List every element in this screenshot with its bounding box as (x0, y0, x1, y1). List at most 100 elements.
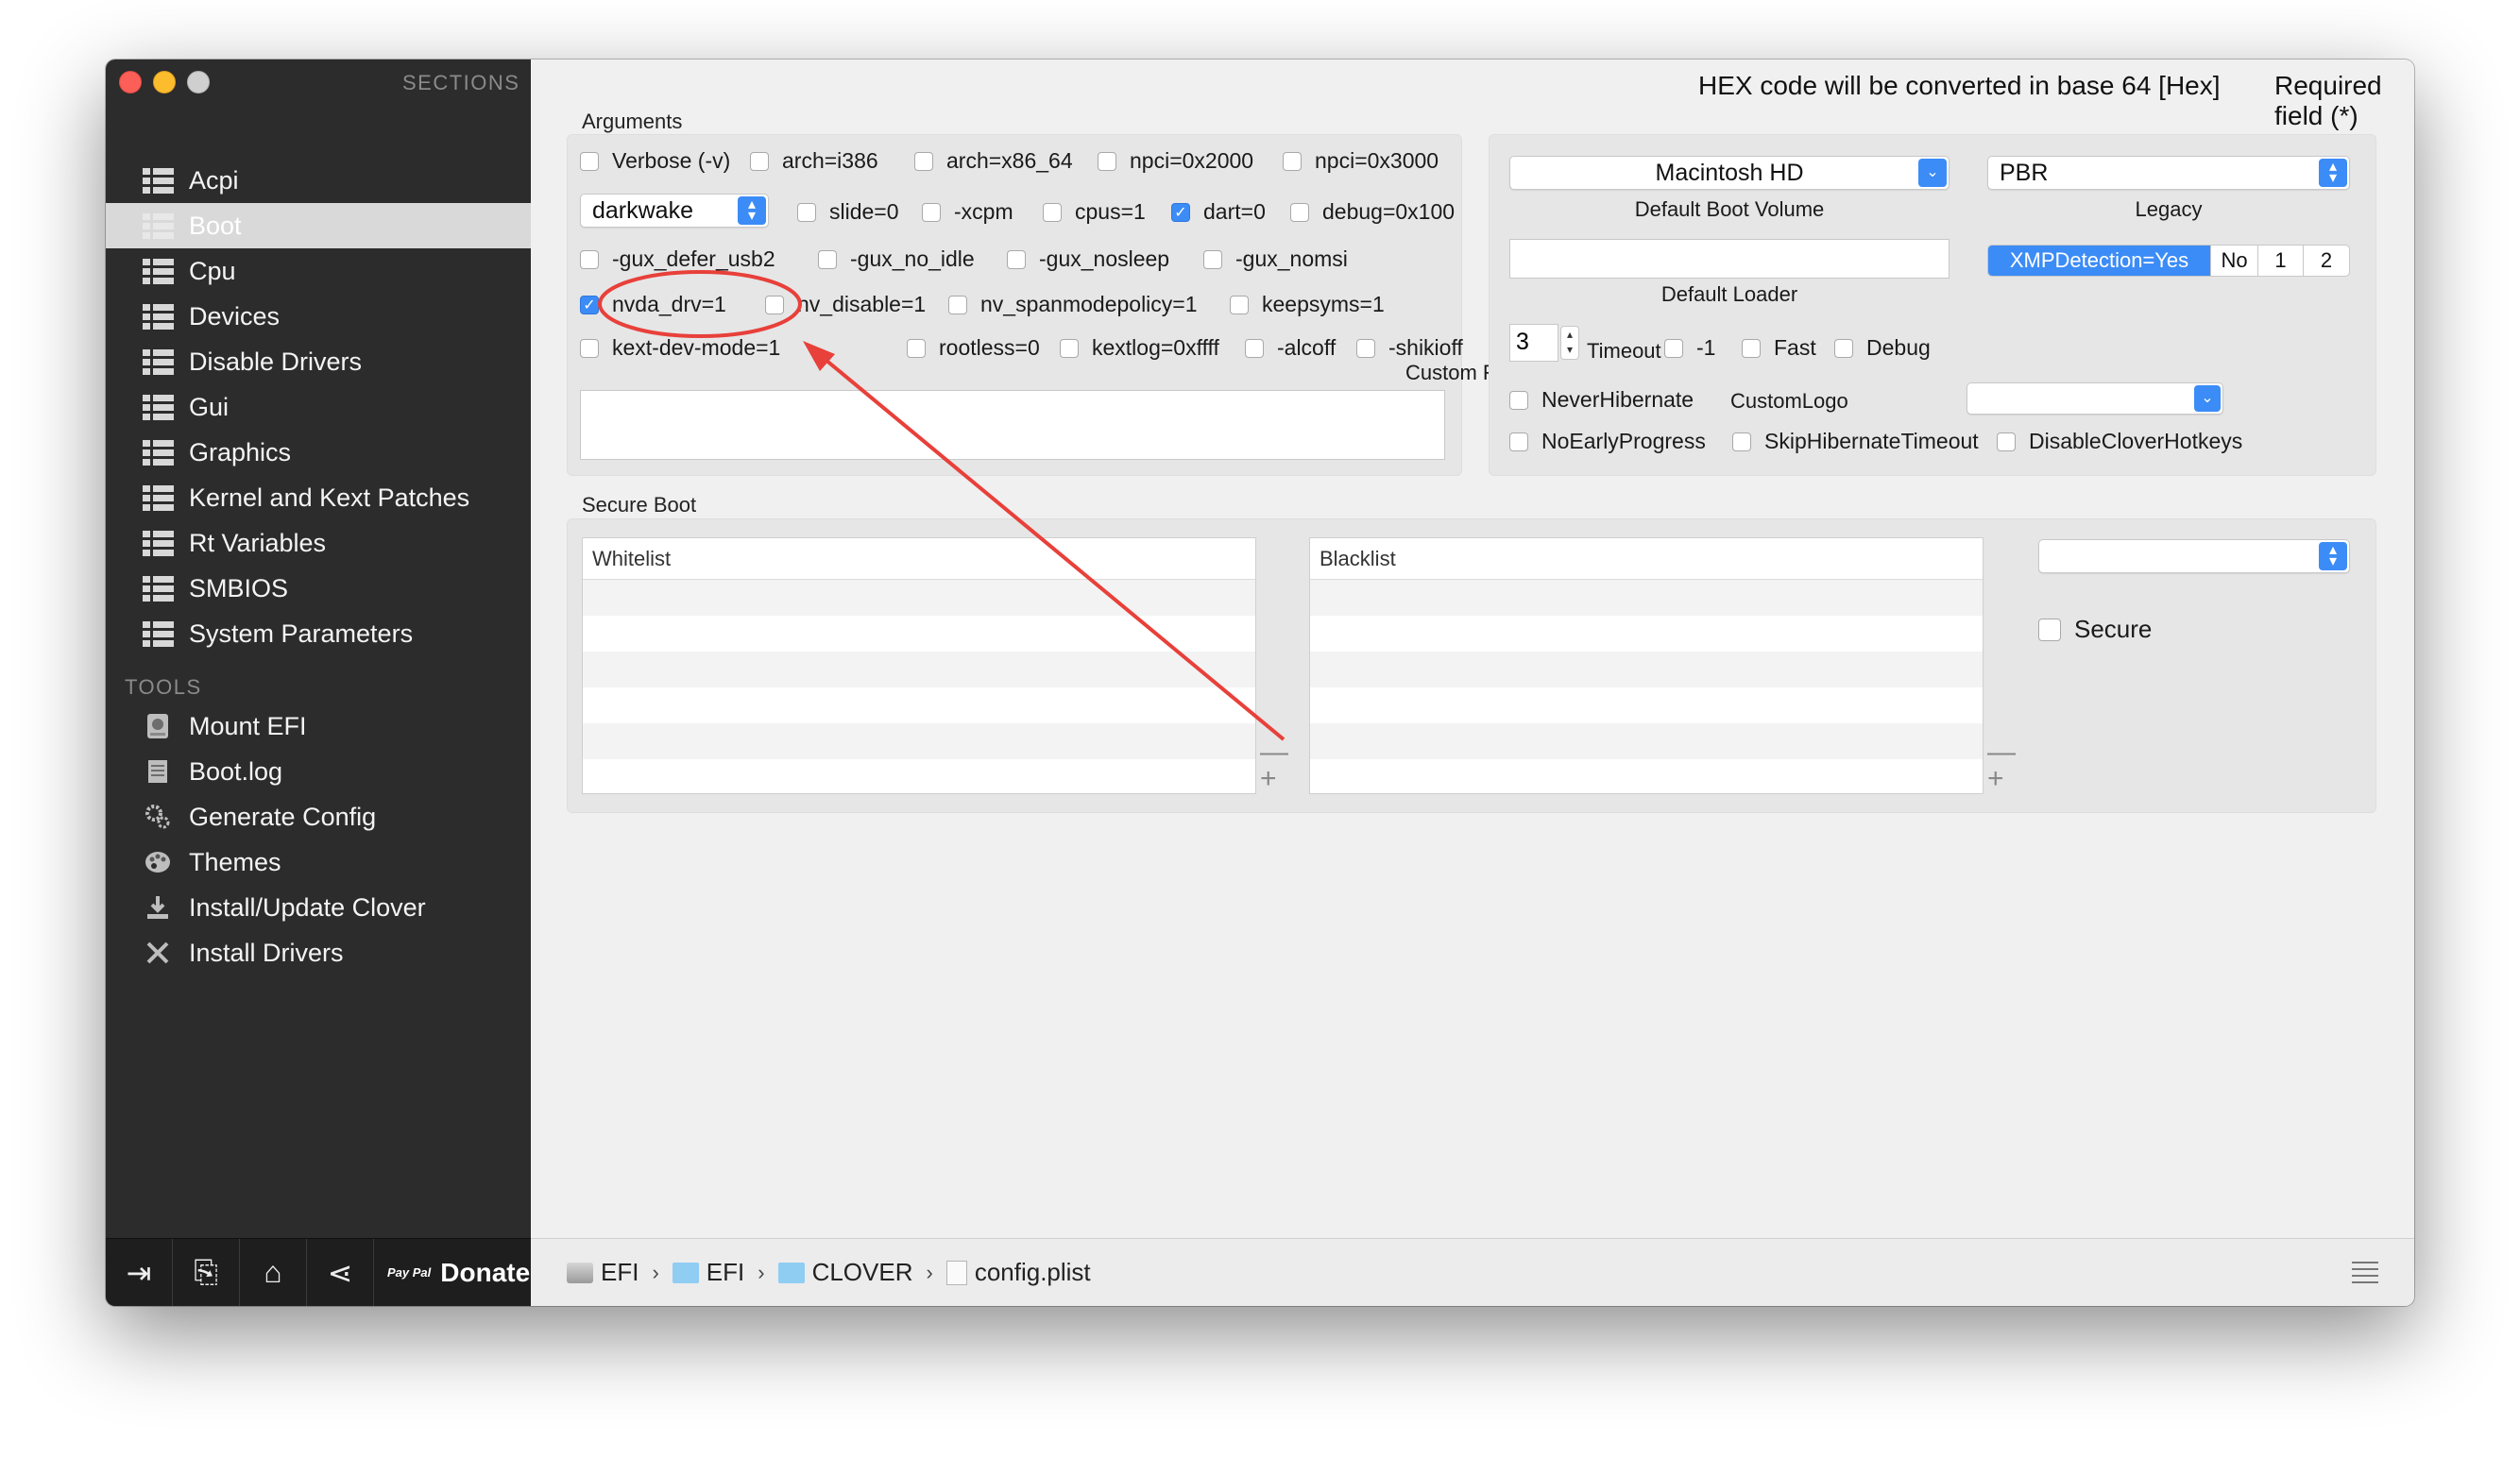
checkbox-alcoff[interactable]: -alcoff (1245, 335, 1336, 361)
whitelist-add-button[interactable]: + (1260, 765, 1277, 793)
timeout-stepper[interactable]: ▴ ▾ (1560, 326, 1579, 360)
crumb-efi-folder[interactable]: EFI (672, 1258, 744, 1287)
checkbox-debug[interactable]: Debug (1834, 335, 1931, 361)
sidebar-item-acpi[interactable]: Acpi (106, 158, 531, 203)
table-row[interactable] (583, 759, 1255, 795)
default-loader-input[interactable] (1509, 239, 1950, 279)
donate-label: Donate (440, 1257, 531, 1287)
segment-no[interactable]: No (2211, 246, 2258, 276)
checkbox-npci-3000[interactable]: npci=0x3000 (1283, 148, 1439, 174)
checkbox-disable-clover-hotkeys[interactable]: DisableCloverHotkeys (1997, 429, 2242, 454)
checkbox-gux-defer-usb2[interactable]: -gux_defer_usb2 (580, 246, 775, 272)
tool-label: Mount EFI (189, 711, 307, 740)
whitelist-table[interactable]: Whitelist (582, 537, 1256, 794)
table-row[interactable] (1310, 616, 1983, 652)
minimize-window-button[interactable] (153, 71, 176, 93)
crumb-config-plist[interactable]: config.plist (945, 1258, 1091, 1287)
custom-flags-input[interactable] (580, 390, 1445, 460)
checkbox-debug-0x100[interactable]: debug=0x100 (1290, 199, 1455, 225)
checkbox-never-hibernate[interactable]: NeverHibernate (1509, 387, 1694, 413)
table-row[interactable] (1310, 580, 1983, 616)
checkbox-kextlog[interactable]: kextlog=0xffff (1060, 335, 1219, 361)
sidebar-item-disable-drivers[interactable]: Disable Drivers (106, 339, 531, 384)
checkbox-nvda-drv-1[interactable]: ✓ nvda_drv=1 (580, 292, 726, 317)
table-row[interactable] (583, 616, 1255, 652)
checkbox-kext-dev-mode-1[interactable]: kext-dev-mode=1 (580, 335, 780, 361)
checkbox-shikioff[interactable]: -shikioff (1356, 335, 1463, 361)
segment-1[interactable]: 1 (2258, 246, 2304, 276)
checkbox-npci-2000[interactable]: npci=0x2000 (1098, 148, 1253, 174)
sidebar-item-smbios[interactable]: SMBIOS (106, 566, 531, 611)
blacklist-add-button[interactable]: + (1987, 765, 2004, 793)
close-window-button[interactable] (119, 71, 142, 93)
share-button[interactable]: ⋖ (307, 1238, 374, 1306)
tool-mount-efi[interactable]: Mount EFI (106, 704, 531, 749)
checkbox-gux-nosleep[interactable]: -gux_nosleep (1007, 246, 1169, 272)
xmp-detection-segmented[interactable]: XMPDetection=Yes No 1 2 (1987, 245, 2350, 277)
checkbox-arch-i386[interactable]: arch=i386 (750, 148, 878, 174)
checkbox-nv-spanmodepolicy-1[interactable]: nv_spanmodepolicy=1 (948, 292, 1198, 317)
checkbox-skip-hibernate-timeout[interactable]: SkipHibernateTimeout (1732, 429, 1979, 454)
timeout-input[interactable]: 3 (1509, 324, 1558, 362)
export-button[interactable]: ⎘ (173, 1238, 240, 1306)
tool-install-update-clover[interactable]: Install/Update Clover (106, 885, 531, 930)
crumb-clover-folder[interactable]: CLOVER (777, 1258, 912, 1287)
sidebar-item-rt-variables[interactable]: Rt Variables (106, 520, 531, 566)
table-row[interactable] (583, 723, 1255, 759)
checkbox-no-early-progress[interactable]: NoEarlyProgress (1509, 429, 1706, 454)
import-button[interactable]: ⇥ (106, 1238, 173, 1306)
tool-boot-log[interactable]: Boot.log (106, 749, 531, 794)
table-row[interactable] (1310, 723, 1983, 759)
sidebar-item-cpu[interactable]: Cpu (106, 248, 531, 294)
default-boot-volume-select[interactable]: Macintosh HD ⌄ (1509, 156, 1950, 190)
sidebar-item-label: Disable Drivers (189, 347, 363, 376)
segment-2[interactable]: 2 (2304, 246, 2349, 276)
sidebar-item-kernel-and-kext-patches[interactable]: Kernel and Kext Patches (106, 475, 531, 520)
checkbox-minus-one[interactable]: -1 (1664, 335, 1715, 361)
home-button[interactable]: ⌂ (240, 1238, 307, 1306)
checkbox-nv-disable-1[interactable]: nv_disable=1 (765, 292, 926, 317)
table-row[interactable] (1310, 687, 1983, 723)
sidebar-item-graphics[interactable]: Graphics (106, 430, 531, 475)
table-row[interactable] (583, 652, 1255, 687)
custom-logo-select[interactable]: ⌄ (1967, 382, 2223, 415)
zoom-window-button[interactable] (187, 71, 210, 93)
whitelist-remove-button[interactable]: — (1260, 738, 1288, 767)
sidebar-item-boot[interactable]: Boot (106, 203, 531, 248)
blacklist-remove-button[interactable]: — (1987, 738, 2016, 767)
tool-themes[interactable]: Themes (106, 839, 531, 885)
checkbox-box (1043, 202, 1062, 222)
tool-install-drivers[interactable]: Install Drivers (106, 930, 531, 975)
sidebar-item-system-parameters[interactable]: System Parameters (106, 611, 531, 656)
secure-boot-policy-select[interactable]: ▴ ▾ (2038, 539, 2350, 573)
crumb-efi-volume[interactable]: EFI (567, 1258, 639, 1287)
sidebar-item-label: System Parameters (189, 619, 414, 648)
checkbox-slide-0[interactable]: slide=0 (797, 199, 899, 225)
checkbox-verbose[interactable]: Verbose (-v) (580, 148, 730, 174)
menu-icon[interactable] (2352, 1262, 2378, 1288)
blacklist-table[interactable]: Blacklist (1309, 537, 1984, 794)
table-row[interactable] (583, 580, 1255, 616)
legacy-select[interactable]: PBR ▴ ▾ (1987, 156, 2350, 190)
table-row[interactable] (1310, 652, 1983, 687)
checkbox-arch-x86-64[interactable]: arch=x86_64 (914, 148, 1073, 174)
darkwake-select[interactable]: darkwake ▴ ▾ (580, 194, 769, 228)
donate-button[interactable]: Pay Pal Donate (374, 1258, 530, 1288)
checkbox-secure[interactable]: Secure (2038, 615, 2152, 644)
sidebar-item-gui[interactable]: Gui (106, 384, 531, 430)
tool-generate-config[interactable]: Generate Config (106, 794, 531, 839)
checkbox-rootless-0[interactable]: rootless=0 (907, 335, 1040, 361)
table-row[interactable] (1310, 759, 1983, 795)
checkbox-cpus-1[interactable]: cpus=1 (1043, 199, 1146, 225)
checkbox-dart-0[interactable]: ✓ dart=0 (1171, 199, 1266, 225)
table-row[interactable] (583, 687, 1255, 723)
sidebar-item-devices[interactable]: Devices (106, 294, 531, 339)
wrench-icon (142, 939, 174, 967)
checkbox-label: cpus=1 (1075, 199, 1146, 224)
checkbox-gux-nomsi[interactable]: -gux_nomsi (1203, 246, 1348, 272)
segment-xmp-yes[interactable]: XMPDetection=Yes (1988, 246, 2211, 276)
checkbox-fast[interactable]: Fast (1742, 335, 1816, 361)
checkbox-gux-no-idle[interactable]: -gux_no_idle (818, 246, 975, 272)
checkbox-keepsyms-1[interactable]: keepsyms=1 (1230, 292, 1385, 317)
checkbox-xcpm[interactable]: -xcpm (922, 199, 1013, 225)
